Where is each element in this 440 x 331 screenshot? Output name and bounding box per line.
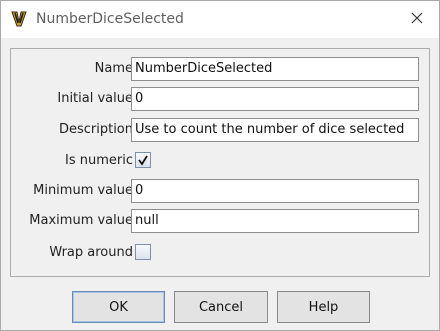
initial-value-row: Initial value 0	[11, 87, 431, 111]
close-button[interactable]	[395, 1, 439, 38]
properties-panel: Name NumberDiceSelected Initial value 0 …	[10, 48, 430, 277]
maximum-value-field[interactable]: null	[131, 209, 419, 233]
vassal-icon	[10, 10, 28, 28]
ok-button[interactable]: OK	[72, 291, 165, 323]
window-title: NumberDiceSelected	[36, 11, 184, 27]
cancel-button[interactable]: Cancel	[174, 291, 268, 323]
title-bar: NumberDiceSelected	[1, 1, 439, 38]
initial-value-field[interactable]: 0	[131, 87, 419, 111]
checkmark-icon	[138, 155, 148, 166]
description-row: Description Use to count the number of d…	[11, 118, 431, 142]
close-icon	[411, 12, 423, 28]
description-label: Description	[58, 122, 133, 137]
minimum-value-row: Minimum value 0	[11, 179, 431, 203]
wrap-around-checkbox[interactable]	[135, 244, 151, 260]
minimum-value-label: Minimum value	[33, 183, 133, 198]
is-numeric-row: Is numeric	[11, 149, 431, 173]
is-numeric-label: Is numeric	[65, 153, 133, 168]
minimum-value-field[interactable]: 0	[131, 179, 419, 203]
initial-value-label: Initial value	[57, 91, 133, 106]
help-button[interactable]: Help	[277, 291, 370, 323]
maximum-value-label: Maximum value	[29, 213, 133, 228]
maximum-value-row: Maximum value null	[11, 209, 431, 233]
wrap-around-row: Wrap around	[11, 241, 431, 265]
name-label: Name	[94, 61, 133, 76]
description-field[interactable]: Use to count the number of dice selected	[131, 118, 419, 142]
wrap-around-label: Wrap around	[49, 245, 133, 260]
is-numeric-checkbox[interactable]	[135, 152, 151, 168]
name-row: Name NumberDiceSelected	[11, 57, 431, 81]
property-dialog: NumberDiceSelected Name NumberDiceSelect…	[0, 0, 440, 331]
name-field[interactable]: NumberDiceSelected	[131, 57, 419, 81]
